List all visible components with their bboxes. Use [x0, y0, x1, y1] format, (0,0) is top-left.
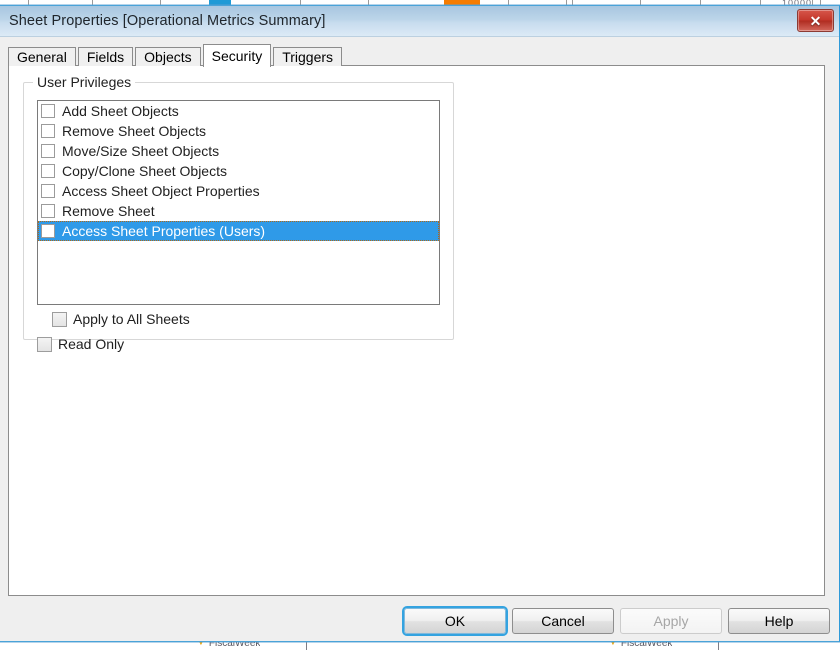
- tab-fields[interactable]: Fields: [77, 47, 134, 66]
- tab-page-security: User Privileges Add Sheet Objects Remove …: [8, 65, 825, 596]
- privilege-label: Add Sheet Objects: [62, 103, 179, 119]
- dialog-title: Sheet Properties [Operational Metrics Su…: [9, 13, 326, 29]
- read-only-checkbox[interactable]: Read Only: [37, 336, 124, 352]
- privilege-label: Access Sheet Object Properties: [62, 183, 260, 199]
- checkbox-box: [37, 336, 52, 352]
- checkbox-box: [52, 311, 67, 327]
- privilege-label: Remove Sheet Objects: [62, 123, 206, 139]
- sheet-properties-dialog: Sheet Properties [Operational Metrics Su…: [0, 5, 840, 642]
- dialog-footer: OK Cancel Apply Help: [0, 596, 838, 641]
- privilege-row[interactable]: Remove Sheet: [38, 201, 439, 221]
- privilege-row[interactable]: Add Sheet Objects: [38, 101, 439, 121]
- privilege-checkbox[interactable]: [41, 224, 55, 238]
- user-privileges-group-title: User Privileges: [33, 74, 136, 90]
- privileges-listbox[interactable]: Add Sheet Objects Remove Sheet Objects Mov…: [37, 100, 440, 305]
- privilege-label: Copy/Clone Sheet Objects: [62, 163, 227, 179]
- privilege-row[interactable]: Move/Size Sheet Objects: [38, 141, 439, 161]
- privilege-row[interactable]: Remove Sheet Objects: [38, 121, 439, 141]
- privilege-label: Remove Sheet: [62, 203, 155, 219]
- privilege-checkbox[interactable]: [41, 184, 55, 198]
- privilege-row[interactable]: Access Sheet Object Properties: [38, 181, 439, 201]
- tab-general[interactable]: General: [8, 47, 76, 66]
- dialog-titlebar[interactable]: Sheet Properties [Operational Metrics Su…: [0, 6, 839, 37]
- tab-triggers[interactable]: Triggers: [273, 47, 343, 66]
- apply-to-all-sheets-label: Apply to All Sheets: [73, 311, 190, 327]
- privilege-checkbox[interactable]: [41, 204, 55, 218]
- close-icon: ✕: [809, 12, 822, 29]
- tab-security[interactable]: Security: [202, 44, 272, 67]
- privilege-label: Move/Size Sheet Objects: [62, 143, 220, 159]
- ok-button[interactable]: OK: [404, 608, 506, 634]
- privilege-checkbox[interactable]: [41, 104, 55, 118]
- privilege-checkbox[interactable]: [41, 124, 55, 138]
- close-button[interactable]: ✕: [797, 9, 834, 32]
- user-privileges-group: User Privileges Add Sheet Objects Remove …: [23, 74, 454, 340]
- tab-strip: General Fields Objects Security Triggers: [8, 44, 839, 67]
- privilege-checkbox[interactable]: [41, 164, 55, 178]
- apply-button: Apply: [620, 608, 722, 634]
- privilege-label: Access Sheet Properties (Users): [62, 223, 266, 239]
- cancel-button[interactable]: Cancel: [512, 608, 614, 634]
- privilege-row[interactable]: Copy/Clone Sheet Objects: [38, 161, 439, 181]
- apply-to-all-sheets-checkbox[interactable]: Apply to All Sheets: [52, 311, 190, 327]
- tab-objects[interactable]: Objects: [135, 47, 201, 66]
- privilege-checkbox[interactable]: [41, 144, 55, 158]
- screen-root: 10000 ▼ FiscalWeek ▼ FiscalWeek Sheet Prope…: [0, 0, 840, 650]
- help-button[interactable]: Help: [728, 608, 830, 634]
- privilege-row[interactable]: Access Sheet Properties (Users): [38, 221, 439, 241]
- read-only-label: Read Only: [58, 336, 125, 352]
